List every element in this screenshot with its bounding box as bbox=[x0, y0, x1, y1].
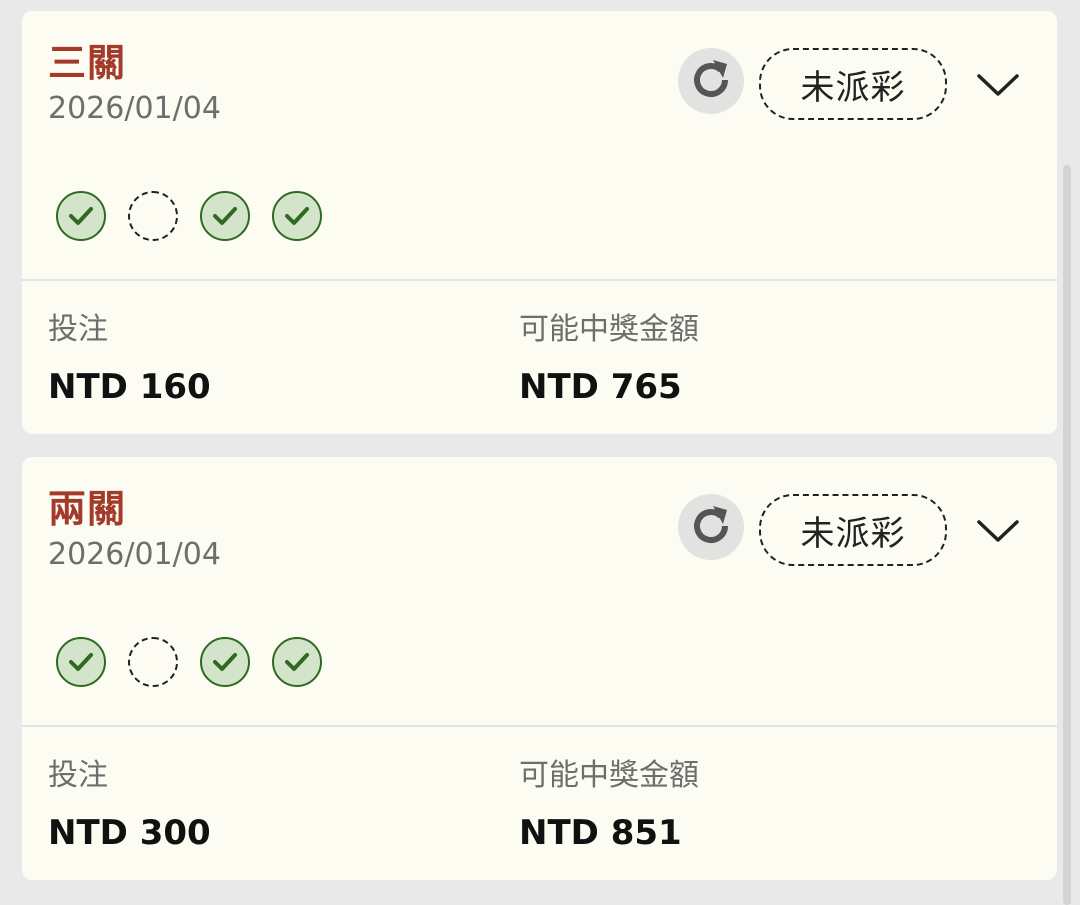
leg-pending-icon bbox=[128, 637, 178, 687]
payout-label: 可能中獎金額 bbox=[519, 312, 699, 347]
leg-pending-icon bbox=[128, 191, 178, 241]
refresh-button[interactable] bbox=[678, 48, 744, 114]
bet-card[interactable]: 兩關 2026/01/04 未派彩 投注 NTD 300 可能中獎金額 NTD … bbox=[22, 457, 1057, 880]
stake-label: 投注 bbox=[48, 312, 108, 347]
bet-type-label: 兩關 bbox=[48, 487, 127, 531]
refresh-icon bbox=[687, 502, 735, 553]
leg-status-list bbox=[56, 637, 322, 687]
scrollbar[interactable] bbox=[1063, 165, 1071, 905]
card-divider bbox=[22, 279, 1057, 281]
leg-won-icon bbox=[272, 637, 322, 687]
bet-type-label: 三關 bbox=[48, 41, 127, 85]
stake-label: 投注 bbox=[48, 758, 108, 793]
expand-button[interactable] bbox=[970, 63, 1026, 111]
expand-button[interactable] bbox=[970, 509, 1026, 557]
stake-value: NTD 160 bbox=[48, 367, 211, 407]
payout-label: 可能中獎金額 bbox=[519, 758, 699, 793]
leg-won-icon bbox=[200, 637, 250, 687]
refresh-icon bbox=[687, 56, 735, 107]
stake-value: NTD 300 bbox=[48, 813, 211, 853]
card-divider bbox=[22, 725, 1057, 727]
status-badge: 未派彩 bbox=[759, 48, 947, 120]
payout-value: NTD 851 bbox=[519, 813, 682, 853]
bet-date: 2026/01/04 bbox=[48, 537, 221, 572]
bet-date: 2026/01/04 bbox=[48, 91, 221, 126]
chevron-down-icon bbox=[976, 72, 1020, 103]
status-badge: 未派彩 bbox=[759, 494, 947, 566]
leg-status-list bbox=[56, 191, 322, 241]
refresh-button[interactable] bbox=[678, 494, 744, 560]
bet-card[interactable]: 三關 2026/01/04 未派彩 投注 NTD 160 可能中獎金額 NTD … bbox=[22, 11, 1057, 434]
chevron-down-icon bbox=[976, 518, 1020, 549]
leg-won-icon bbox=[56, 637, 106, 687]
leg-won-icon bbox=[56, 191, 106, 241]
leg-won-icon bbox=[272, 191, 322, 241]
payout-value: NTD 765 bbox=[519, 367, 682, 407]
leg-won-icon bbox=[200, 191, 250, 241]
